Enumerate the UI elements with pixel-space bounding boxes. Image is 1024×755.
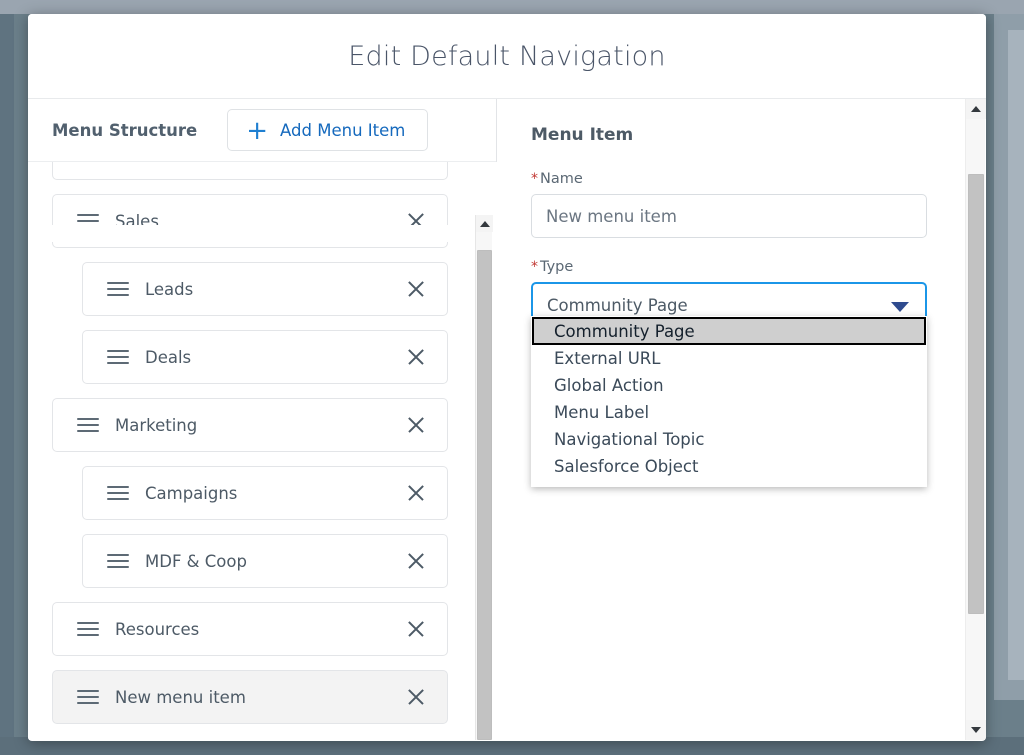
scrollbar-thumb[interactable] (968, 174, 984, 614)
menu-item-row[interactable]: New menu item (52, 670, 448, 724)
add-menu-item-button[interactable]: + Add Menu Item (227, 109, 429, 151)
close-icon[interactable] (405, 346, 427, 368)
drag-handle-icon[interactable] (107, 554, 129, 568)
menu-item-row[interactable]: Deals (82, 330, 448, 384)
menu-structure-toolbar: Menu Structure + Add Menu Item (28, 99, 496, 162)
required-indicator: * (531, 171, 538, 187)
drag-handle-icon[interactable] (77, 690, 99, 704)
menu-structure-heading: Menu Structure (52, 120, 198, 140)
type-option[interactable]: Community Page (532, 317, 926, 345)
menu-items-container: HomeSalesLeadsDealsMarketingCampaignsMDF… (28, 162, 480, 738)
drag-handle-icon[interactable] (77, 418, 99, 432)
menu-item-label: New menu item (115, 687, 246, 707)
name-input[interactable]: New menu item (531, 194, 927, 238)
close-icon[interactable] (405, 482, 427, 504)
menu-item-label: Campaigns (145, 483, 238, 503)
close-icon[interactable] (405, 550, 427, 572)
menu-item-heading: Menu Item (531, 125, 634, 145)
name-field-label: * Name (531, 171, 985, 187)
menu-item-label: Marketing (115, 415, 198, 435)
type-option[interactable]: Global Action (532, 372, 926, 399)
type-options-dropdown[interactable]: Community Page External URL Global Action M… (531, 316, 927, 487)
menu-item-label: MDF & Coop (145, 551, 247, 571)
menu-list-scrollbar[interactable] (475, 215, 493, 740)
type-label-text: Type (540, 259, 574, 275)
type-option[interactable]: Menu Label (532, 399, 926, 426)
modal-header: Edit Default Navigation (28, 14, 986, 99)
menu-item-row[interactable]: Resources (52, 602, 448, 656)
menu-items-list: HomeSalesLeadsDealsMarketingCampaignsMDF… (28, 162, 497, 740)
type-option[interactable]: Salesforce Object (532, 453, 926, 480)
type-option[interactable]: Navigational Topic (532, 426, 926, 453)
detail-panel-scrollbar[interactable] (965, 99, 986, 740)
scrollbar-thumb[interactable] (477, 250, 492, 740)
backdrop-right-inner-panel (1008, 30, 1024, 680)
modal-body: Menu Structure + Add Menu Item Home Sales… (28, 99, 986, 740)
menu-structure-panel: Menu Structure + Add Menu Item HomeSales… (28, 99, 497, 740)
menu-item-label: Home (115, 162, 405, 163)
drag-handle-icon[interactable] (107, 486, 129, 500)
add-menu-item-label: Add Menu Item (280, 120, 406, 140)
scroll-up-arrow[interactable] (966, 99, 986, 119)
menu-item-row[interactable]: Marketing (52, 398, 448, 452)
drag-handle-icon[interactable] (77, 622, 99, 636)
menu-item-row[interactable]: Campaigns (82, 466, 448, 520)
name-label-text: Name (540, 171, 583, 187)
close-icon[interactable] (405, 162, 427, 164)
triangle-up-icon (479, 220, 490, 227)
type-field-label: * Type (531, 259, 985, 275)
backdrop-left-strip (0, 14, 14, 755)
chevron-down-icon (891, 302, 909, 312)
type-option[interactable]: External URL (532, 345, 926, 372)
backdrop-top-bar (0, 0, 1024, 14)
triangle-down-icon (971, 727, 981, 733)
menu-item-row[interactable]: Leads (82, 262, 448, 316)
menu-item-row[interactable]: Home (52, 162, 448, 180)
menu-item-label: Deals (145, 347, 192, 367)
drag-handle-icon[interactable] (107, 282, 129, 296)
close-icon[interactable] (405, 618, 427, 640)
menu-item-label: Leads (145, 279, 194, 299)
page-title: Edit Default Navigation (348, 40, 666, 72)
scroll-up-arrow[interactable] (476, 215, 493, 232)
close-icon[interactable] (405, 278, 427, 300)
menu-item-label: Resources (115, 619, 200, 639)
drag-handle-icon[interactable] (107, 350, 129, 364)
type-selected-value: Community Page (547, 295, 688, 315)
menu-item-detail-panel: Menu Item * Name New menu item * Type Comm… (497, 99, 986, 740)
scroll-down-arrow[interactable] (966, 720, 986, 740)
triangle-up-icon (971, 106, 981, 112)
close-icon[interactable] (405, 414, 427, 436)
close-icon[interactable] (405, 686, 427, 708)
edit-default-navigation-modal: Edit Default Navigation Menu Structure +… (28, 14, 986, 741)
list-top-clip-mask (28, 225, 480, 242)
required-indicator: * (531, 259, 538, 275)
menu-item-row[interactable]: MDF & Coop (82, 534, 448, 588)
